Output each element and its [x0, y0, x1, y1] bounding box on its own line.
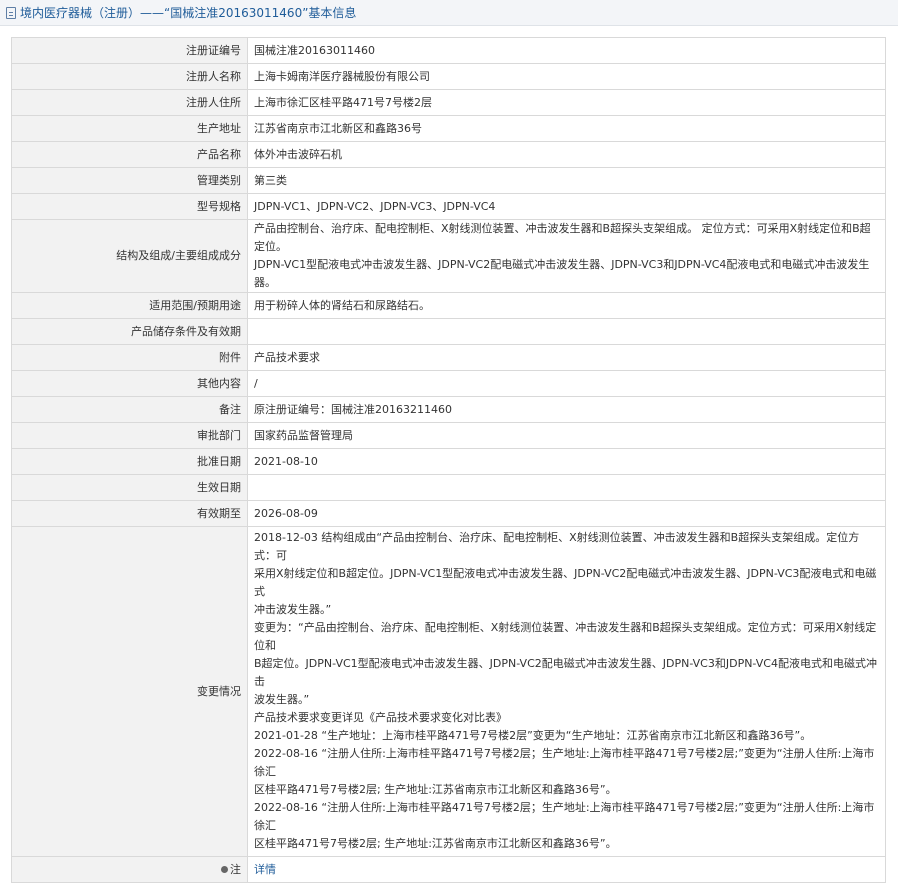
table-row: 适用范围/预期用途 用于粉碎人体的肾结石和尿路结石。: [11, 292, 886, 319]
row-label: 注册证编号: [11, 37, 248, 64]
row-value: 2026-08-09: [247, 500, 886, 527]
table-row: 注册人名称 上海卡姆南洋医疗器械股份有限公司: [11, 63, 886, 90]
note-label: 注: [230, 862, 241, 876]
text-line: 波发生器。”: [254, 693, 310, 706]
table-row-changes: 变更情况 2018-12-03 结构组成由“产品由控制台、治疗床、配电控制柜、X…: [11, 526, 886, 857]
row-value: 用于粉碎人体的肾结石和尿路结石。: [247, 292, 886, 319]
row-value: [247, 474, 886, 501]
text-line: 区桂平路471号7号楼2层; 生产地址:江苏省南京市江北新区和鑫路36号”。: [254, 783, 617, 796]
document-icon: [6, 6, 16, 19]
table-row: 管理类别 第三类: [11, 167, 886, 194]
row-value: 产品技术要求: [247, 344, 886, 371]
table-row: 其他内容 /: [11, 370, 886, 397]
table-row: 有效期至 2026-08-09: [11, 500, 886, 527]
row-label: 备注: [11, 396, 248, 423]
row-label: 适用范围/预期用途: [11, 292, 248, 319]
row-label: 结构及组成/主要组成成分: [11, 219, 248, 293]
text-line: 2022-08-16 “注册人住所:上海市桂平路471号7号楼2层；生产地址:上…: [254, 801, 875, 832]
text-line: 区桂平路471号7号楼2层; 生产地址:江苏省南京市江北新区和鑫路36号”。: [254, 837, 617, 850]
text-line: 变更为：“产品由控制台、治疗床、配电控制柜、X射线测位装置、冲击波发生器和B超探…: [254, 621, 877, 652]
table-row: 型号规格 JDPN-VC1、JDPN-VC2、JDPN-VC3、JDPN-VC4: [11, 193, 886, 220]
table-row-note: 注 详情: [11, 856, 886, 883]
text-line: 2021-01-28 “生产地址：上海市桂平路471号7号楼2层”变更为“生产地…: [254, 729, 812, 742]
row-value: 第三类: [247, 167, 886, 194]
table-row: 注册证编号 国械注准20163011460: [11, 37, 886, 64]
table-row: 附件 产品技术要求: [11, 344, 886, 371]
bullet-icon: [221, 866, 228, 873]
row-label: 审批部门: [11, 422, 248, 449]
row-value: 体外冲击波碎石机: [247, 141, 886, 168]
row-label: 生效日期: [11, 474, 248, 501]
table-row: 产品储存条件及有效期: [11, 318, 886, 345]
table-row: 注册人住所 上海市徐汇区桂平路471号7号楼2层: [11, 89, 886, 116]
row-label: 生产地址: [11, 115, 248, 142]
row-label: 变更情况: [11, 526, 248, 857]
row-value: JDPN-VC1、JDPN-VC2、JDPN-VC3、JDPN-VC4: [247, 193, 886, 220]
text-line: 2018-12-03 结构组成由“产品由控制台、治疗床、配电控制柜、X射线测位装…: [254, 531, 860, 562]
row-value: 原注册证编号：国械注准20163211460: [247, 396, 886, 423]
row-value: [247, 318, 886, 345]
text-line: 2022-08-16 “注册人住所:上海市桂平路471号7号楼2层；生产地址:上…: [254, 747, 875, 778]
table-row: 生产地址 江苏省南京市江北新区和鑫路36号: [11, 115, 886, 142]
text-line: 产品由控制台、治疗床、配电控制柜、X射线测位装置、冲击波发生器和B超探头支架组成…: [254, 222, 871, 253]
info-table: 注册证编号 国械注准20163011460 注册人名称 上海卡姆南洋医疗器械股份…: [11, 37, 886, 883]
row-value: 产品由控制台、治疗床、配电控制柜、X射线测位装置、冲击波发生器和B超探头支架组成…: [247, 219, 886, 293]
table-row: 生效日期: [11, 474, 886, 501]
row-label: 批准日期: [11, 448, 248, 475]
row-label: 附件: [11, 344, 248, 371]
row-value: 详情: [247, 856, 886, 883]
table-row: 备注 原注册证编号：国械注准20163211460: [11, 396, 886, 423]
table-row: 产品名称 体外冲击波碎石机: [11, 141, 886, 168]
row-label: 有效期至: [11, 500, 248, 527]
row-label: 产品储存条件及有效期: [11, 318, 248, 345]
row-value: 国械注准20163011460: [247, 37, 886, 64]
text-line: B超定位。JDPN-VC1型配液电式冲击波发生器、JDPN-VC2配电磁式冲击波…: [254, 657, 877, 688]
row-value: 2021-08-10: [247, 448, 886, 475]
row-value: 上海卡姆南洋医疗器械股份有限公司: [247, 63, 886, 90]
row-label: 注: [11, 856, 248, 883]
row-value: /: [247, 370, 886, 397]
row-label: 注册人住所: [11, 89, 248, 116]
row-label: 其他内容: [11, 370, 248, 397]
text-line: 产品技术要求变更详见《产品技术要求变化对比表》: [254, 711, 507, 724]
details-link[interactable]: 详情: [254, 863, 276, 876]
row-label: 产品名称: [11, 141, 248, 168]
changes-value: 2018-12-03 结构组成由“产品由控制台、治疗床、配电控制柜、X射线测位装…: [247, 526, 886, 857]
text-line: 采用X射线定位和B超定位。JDPN-VC1型配液电式冲击波发生器、JDPN-VC…: [254, 567, 877, 598]
table-row: 审批部门 国家药品监督管理局: [11, 422, 886, 449]
table-row: 批准日期 2021-08-10: [11, 448, 886, 475]
table-row: 结构及组成/主要组成成分 产品由控制台、治疗床、配电控制柜、X射线测位装置、冲击…: [11, 219, 886, 293]
page-title: 境内医疗器械（注册）——“国械注准20163011460”基本信息: [20, 6, 357, 20]
row-value: 上海市徐汇区桂平路471号7号楼2层: [247, 89, 886, 116]
row-label: 管理类别: [11, 167, 248, 194]
page-header: 境内医疗器械（注册）——“国械注准20163011460”基本信息: [0, 0, 898, 26]
row-label: 注册人名称: [11, 63, 248, 90]
row-label: 型号规格: [11, 193, 248, 220]
text-line: 冲击波发生器。”: [254, 603, 332, 616]
row-value: 江苏省南京市江北新区和鑫路36号: [247, 115, 886, 142]
text-line: JDPN-VC1型配液电式冲击波发生器、JDPN-VC2配电磁式冲击波发生器、J…: [254, 258, 870, 289]
row-value: 国家药品监督管理局: [247, 422, 886, 449]
